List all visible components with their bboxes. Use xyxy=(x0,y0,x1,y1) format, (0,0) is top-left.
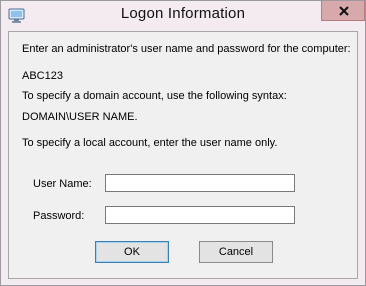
close-button[interactable] xyxy=(321,1,365,21)
instruction-text: Enter an administrator's user name and p… xyxy=(22,43,351,55)
domain-hint-text: To specify a domain account, use the fol… xyxy=(22,90,287,102)
title-bar[interactable]: Logon Information xyxy=(1,1,365,31)
username-field[interactable] xyxy=(105,174,295,192)
computer-name: ABC123 xyxy=(22,70,63,82)
password-label: Password: xyxy=(33,210,85,222)
cancel-button[interactable]: Cancel xyxy=(199,241,273,263)
close-icon xyxy=(339,6,349,16)
window-title: Logon Information xyxy=(120,5,246,22)
domain-syntax-text: DOMAIN\USER NAME. xyxy=(22,111,138,123)
logon-dialog: Logon Information Enter an administrator… xyxy=(0,0,366,286)
dialog-content: Enter an administrator's user name and p… xyxy=(8,31,358,279)
password-field[interactable] xyxy=(105,206,295,224)
ok-button[interactable]: OK xyxy=(95,241,169,263)
username-label: User Name: xyxy=(33,178,92,190)
local-account-hint: To specify a local account, enter the us… xyxy=(22,137,278,149)
